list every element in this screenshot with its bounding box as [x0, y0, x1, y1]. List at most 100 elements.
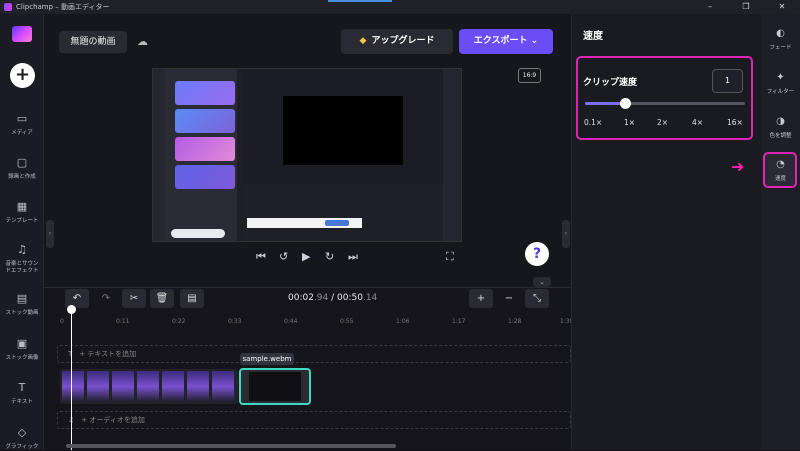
zoom-out-button[interactable]: −	[497, 289, 521, 308]
ruler-tick: 1:28	[508, 318, 522, 325]
export-button[interactable]: エクスポート ⌄	[459, 29, 553, 54]
collapse-left-panel-button[interactable]: ›	[46, 220, 54, 248]
speed-icon: ◔	[776, 159, 785, 170]
speed-tick: 4×	[692, 118, 704, 127]
chevron-down-icon: ⌄	[530, 36, 539, 46]
stock-image-icon: ▣	[16, 337, 28, 350]
clip-speed-input[interactable]: 1	[712, 69, 743, 93]
speed-slider-fill	[585, 102, 625, 105]
tool-fade[interactable]: ◐ フェード	[761, 28, 800, 51]
speed-slider[interactable]	[585, 102, 745, 105]
rail-item-music[interactable]: ♫ 音楽とサウン ドエフェクト	[0, 243, 44, 275]
rail-item-graphics[interactable]: ◇ グラフィック	[0, 426, 44, 451]
upgrade-label: アップグレード	[371, 36, 435, 46]
selected-video-clip[interactable]	[239, 368, 311, 405]
ruler-tick: 0	[60, 318, 64, 325]
total-frac: .14	[362, 293, 378, 303]
tool-speed[interactable]: ◔ 速度	[761, 159, 800, 182]
preview-thumb-card	[175, 165, 235, 189]
ruler-tick: 0:55	[340, 318, 354, 325]
project-name[interactable]: 無題の動画	[59, 31, 127, 53]
app-window: Clipchamp – 動画エディター – ❐ ✕ + ▭ メディア ▢ 録画と…	[0, 0, 800, 450]
redo-button[interactable]: ↷	[94, 289, 118, 308]
skip-start-icon[interactable]: ⏮	[256, 250, 266, 264]
diamond-icon: ◆	[359, 36, 367, 46]
panel-title: 速度	[583, 31, 603, 42]
clip-frame	[87, 371, 109, 402]
ruler-tick: 0:22	[172, 318, 186, 325]
upgrade-button[interactable]: ◆ アップグレード	[341, 29, 453, 54]
rail-item-label: テキスト	[11, 399, 33, 405]
load-progress	[328, 0, 392, 2]
video-preview	[152, 68, 462, 242]
close-button[interactable]: ✕	[764, 0, 800, 14]
speed-tick: 16×	[727, 118, 743, 127]
skip-end-icon[interactable]: ⏭	[348, 250, 358, 264]
add-media-button[interactable]: +	[10, 63, 35, 88]
clipchamp-logo	[12, 26, 32, 42]
fade-icon: ◐	[776, 28, 785, 39]
ruler-tick: 1:06	[396, 318, 410, 325]
help-button[interactable]: ?	[525, 242, 549, 266]
filter-icon: ✦	[776, 72, 785, 83]
fit-timeline-button[interactable]: ⤡	[525, 289, 549, 308]
timeline-ruler: 0 0:11 0:22 0:33 0:44 0:55 1:06 1:17 1:2…	[60, 316, 573, 328]
play-icon[interactable]: ▶	[302, 250, 310, 263]
timeline-scrollbar[interactable]	[66, 444, 396, 448]
minimize-button[interactable]: –	[692, 0, 728, 14]
preview-thumb-rail	[153, 69, 165, 241]
clip-frame	[249, 372, 301, 401]
rail-item-stock-video[interactable]: ▤ ストック動画	[0, 292, 44, 317]
stock-video-icon: ▤	[16, 292, 28, 305]
restore-button[interactable]: ❐	[728, 0, 764, 14]
rail-item-template[interactable]: ▦ テンプレート	[0, 200, 44, 225]
rail-item-label: 録画と作成	[8, 174, 36, 180]
export-label: エクスポート	[473, 36, 528, 46]
clip-frame	[137, 371, 159, 402]
collapse-right-panel-button[interactable]: ›	[562, 220, 570, 248]
graphics-icon: ◇	[17, 426, 27, 439]
preview-thumb-button	[325, 220, 349, 226]
time-separator: /	[328, 293, 338, 303]
rail-item-label: ストック動画	[5, 310, 39, 316]
rail-item-text[interactable]: T テキスト	[0, 381, 44, 406]
fullscreen-icon[interactable]: ⛶	[446, 250, 454, 264]
aspect-ratio-button[interactable]: 16:9	[518, 68, 541, 83]
add-text-track[interactable]: T + テキストを追加	[57, 345, 571, 363]
color-adjust-icon: ◑	[776, 116, 785, 127]
clip-frame	[187, 371, 209, 402]
tool-label: フェード	[769, 45, 792, 51]
preview-thumb-pill	[171, 229, 225, 238]
tool-color-adjust[interactable]: ◑ 色を調整	[761, 116, 800, 139]
delete-button[interactable]: 🗑	[150, 289, 174, 308]
preview-thumb-tools	[443, 69, 461, 241]
clip-frame	[62, 371, 84, 402]
rail-item-record[interactable]: ▢ 録画と作成	[0, 156, 44, 181]
window-title: Clipchamp – 動画エディター	[16, 3, 110, 11]
cloud-sync-icon[interactable]: ☁	[137, 35, 148, 48]
speed-slider-handle[interactable]	[620, 98, 631, 109]
tool-filter[interactable]: ✦ フィルター	[761, 72, 800, 95]
current-time: 00:02	[288, 293, 314, 303]
record-icon: ▢	[16, 156, 28, 169]
rail-item-label: メディア	[11, 130, 33, 136]
preview-thumb-card	[175, 137, 235, 161]
add-audio-track[interactable]: ♫ + オーディオを追加	[57, 411, 571, 429]
preview-thumb-card	[175, 109, 235, 133]
rail-item-label: ストック画像	[5, 355, 39, 361]
playhead-handle[interactable]	[67, 305, 76, 314]
rail-item-media[interactable]: ▭ メディア	[0, 112, 44, 137]
playhead[interactable]	[71, 307, 72, 450]
zoom-in-button[interactable]: +	[469, 289, 493, 308]
detach-audio-button[interactable]: ▤	[180, 289, 204, 308]
rail-item-stock-image[interactable]: ▣ ストック画像	[0, 337, 44, 362]
rewind-5-icon[interactable]: ↺	[279, 250, 288, 263]
text-icon: T	[18, 381, 26, 394]
clip-frame	[162, 371, 184, 402]
clip-frame	[212, 371, 234, 402]
ruler-tick: 0:33	[228, 318, 242, 325]
forward-5-icon[interactable]: ↻	[325, 250, 334, 263]
video-clip[interactable]	[60, 369, 238, 404]
split-button[interactable]: ✂	[122, 289, 146, 308]
chevron-down-icon[interactable]: ⌄	[533, 277, 551, 287]
